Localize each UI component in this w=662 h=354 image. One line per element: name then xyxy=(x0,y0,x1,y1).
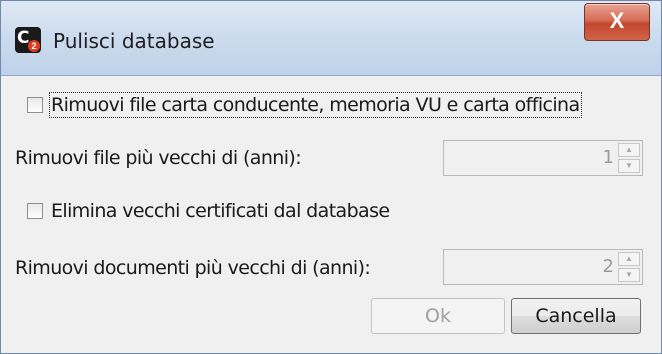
clean-database-dialog: C2 Pulisci database X Rimuovi file carta… xyxy=(0,0,662,354)
spinbox-arrows[interactable]: ▲ ▼ xyxy=(618,143,640,173)
delete-certificates-label: Elimina vecchi certificati dal database xyxy=(51,200,390,222)
remove-card-files-label: Rimuovi file carta conducente, memoria V… xyxy=(49,92,582,118)
remove-files-older-spinbox[interactable]: 1 ▲ ▼ xyxy=(443,140,643,176)
cancel-button[interactable]: Cancella xyxy=(511,298,641,334)
remove-files-older-label: Rimuovi file più vecchi di (anni): xyxy=(15,147,302,169)
title-bar[interactable]: C2 Pulisci database X xyxy=(1,1,661,76)
remove-documents-older-spinbox[interactable]: 2 ▲ ▼ xyxy=(443,249,643,285)
spin-up-icon[interactable]: ▲ xyxy=(618,252,640,266)
spin-down-icon[interactable]: ▼ xyxy=(618,159,640,173)
remove-documents-older-label: Rimuovi documenti più vecchi di (anni): xyxy=(15,257,371,279)
remove-documents-older-value: 2 xyxy=(602,256,614,277)
remove-card-files-row[interactable]: Rimuovi file carta conducente, memoria V… xyxy=(27,92,582,118)
window-title: Pulisci database xyxy=(53,29,215,53)
close-button[interactable]: X xyxy=(584,3,650,41)
remove-files-older-value: 1 xyxy=(602,147,614,168)
remove-card-files-checkbox[interactable] xyxy=(27,97,43,113)
dialog-body: Rimuovi file carta conducente, memoria V… xyxy=(11,76,653,344)
spinbox-arrows[interactable]: ▲ ▼ xyxy=(618,252,640,282)
app-logo-icon: C2 xyxy=(15,27,41,53)
ok-button[interactable]: Ok xyxy=(371,298,505,334)
spin-up-icon[interactable]: ▲ xyxy=(618,143,640,157)
delete-certificates-checkbox[interactable] xyxy=(27,203,43,219)
delete-certificates-row[interactable]: Elimina vecchi certificati dal database xyxy=(27,200,390,222)
spin-down-icon[interactable]: ▼ xyxy=(618,268,640,282)
